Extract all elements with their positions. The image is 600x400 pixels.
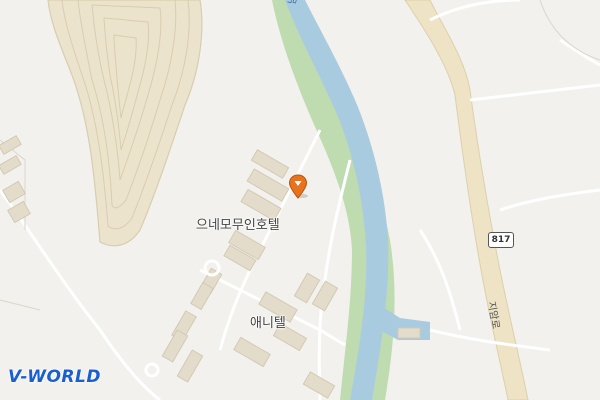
map-canvas [0,0,600,400]
hotel-label-secondary[interactable]: 애니텔 [250,312,286,331]
route-817-shield: 817 [488,232,514,248]
hill-terrain [47,0,203,247]
map-view[interactable]: 으네모무인호텔 애니텔 남한 817 지암로 V-WORLD [0,0,600,400]
vworld-logo-text: V-WORLD [8,367,101,387]
map-pin-icon[interactable] [288,174,308,200]
vworld-logo: V-WORLD [8,366,101,388]
hotel-label-primary[interactable]: 으네모무인호텔 [196,214,280,233]
